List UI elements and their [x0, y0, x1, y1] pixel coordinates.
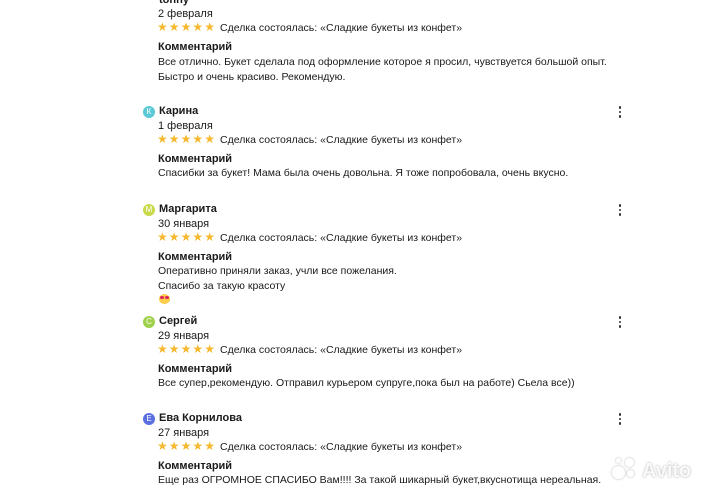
- star-icon: ★: [204, 20, 215, 34]
- comment-text: Спасибки за букет! Мама была очень довол…: [158, 166, 628, 181]
- star-icon: ★: [180, 230, 192, 244]
- reviewer-name[interactable]: Маргарита: [159, 203, 217, 216]
- comment-line: Оперативно приняли заказ, учли все пожел…: [158, 265, 397, 277]
- star-icon: ★: [192, 230, 204, 244]
- avatar[interactable]: М: [143, 204, 155, 216]
- more-options-icon[interactable]: [614, 412, 626, 426]
- rating-stars: ★ ★ ★ ★ ★: [157, 342, 216, 356]
- more-options-icon[interactable]: [614, 105, 626, 119]
- rating-stars: ★ ★ ★ ★ ★: [157, 20, 216, 34]
- heart-eyes-emoji-icon: [159, 294, 170, 304]
- comment-line: Спасибо за такую красоту: [158, 280, 286, 292]
- avatar[interactable]: К: [143, 106, 155, 118]
- star-icon: ★: [180, 342, 192, 356]
- comment-line: Еще раз ОГРОМНОЕ СПАСИБО Вам!!!! За тако…: [158, 474, 602, 486]
- avito-logo-icon: [612, 458, 638, 484]
- comment-text: Оперативно приняли заказ, учли все пожел…: [158, 264, 628, 304]
- star-icon: ★: [204, 342, 215, 356]
- reviewer-name[interactable]: Сергей: [159, 315, 197, 328]
- star-icon: ★: [157, 439, 168, 453]
- more-options-icon[interactable]: [614, 203, 626, 217]
- comment-label: Комментарий: [158, 251, 233, 263]
- comment-line: Быстро и очень красиво. Рекомендую.: [158, 71, 346, 83]
- avito-watermark: Avito: [612, 456, 691, 486]
- reviewer-name[interactable]: Карина: [159, 105, 198, 118]
- reviewer-name[interactable]: Ева Корнилова: [159, 412, 242, 425]
- more-options-icon[interactable]: [614, 315, 626, 329]
- comment-label: Комментарий: [158, 363, 233, 375]
- star-icon: ★: [168, 439, 180, 453]
- comment-line: Спасибки за букет! Мама была очень довол…: [158, 167, 569, 179]
- rating-stars: ★ ★ ★ ★ ★: [157, 439, 216, 453]
- comment-line: Все отлично. Букет сделала под оформлени…: [158, 56, 607, 68]
- avatar[interactable]: С: [143, 316, 155, 328]
- comment-label: Комментарий: [158, 153, 233, 165]
- star-icon: ★: [168, 342, 180, 356]
- comment-label: Комментарий: [158, 460, 233, 472]
- star-icon: ★: [157, 20, 168, 34]
- star-icon: ★: [157, 342, 168, 356]
- comment-text: Еще раз ОГРОМНОЕ СПАСИБО Вам!!!! За тако…: [158, 473, 628, 488]
- deal-info: Сделка состоялась: «Сладкие букеты из ко…: [220, 232, 463, 244]
- star-icon: ★: [168, 20, 180, 34]
- star-icon: ★: [192, 439, 204, 453]
- star-icon: ★: [180, 20, 192, 34]
- avatar[interactable]: Е: [143, 413, 155, 425]
- star-icon: ★: [192, 132, 204, 146]
- deal-info: Сделка состоялась: «Сладкие букеты из ко…: [220, 344, 463, 356]
- star-icon: ★: [204, 439, 215, 453]
- rating-stars: ★ ★ ★ ★ ★: [157, 230, 216, 244]
- comment-line: Все супер,рекомендую. Отправил курьером …: [158, 377, 575, 389]
- deal-info: Сделка состоялась: «Сладкие букеты из ко…: [220, 134, 463, 146]
- star-icon: ★: [168, 230, 180, 244]
- star-icon: ★: [204, 230, 215, 244]
- rating-stars: ★ ★ ★ ★ ★: [157, 132, 216, 146]
- comment-text: Все супер,рекомендую. Отправил курьером …: [158, 376, 628, 391]
- star-icon: ★: [180, 439, 192, 453]
- star-icon: ★: [192, 20, 204, 34]
- deal-info: Сделка состоялась: «Сладкие букеты из ко…: [220, 441, 463, 453]
- star-icon: ★: [157, 132, 168, 146]
- star-icon: ★: [192, 342, 204, 356]
- deal-info: Сделка состоялась: «Сладкие букеты из ко…: [220, 22, 463, 34]
- star-icon: ★: [168, 132, 180, 146]
- comment-label: Комментарий: [158, 41, 233, 53]
- comment-text: Все отлично. Букет сделала под оформлени…: [158, 55, 628, 85]
- star-icon: ★: [157, 230, 168, 244]
- star-icon: ★: [204, 132, 215, 146]
- watermark-text: Avito: [642, 459, 692, 482]
- star-icon: ★: [180, 132, 192, 146]
- reviewer-name[interactable]: tonny: [159, 0, 189, 7]
